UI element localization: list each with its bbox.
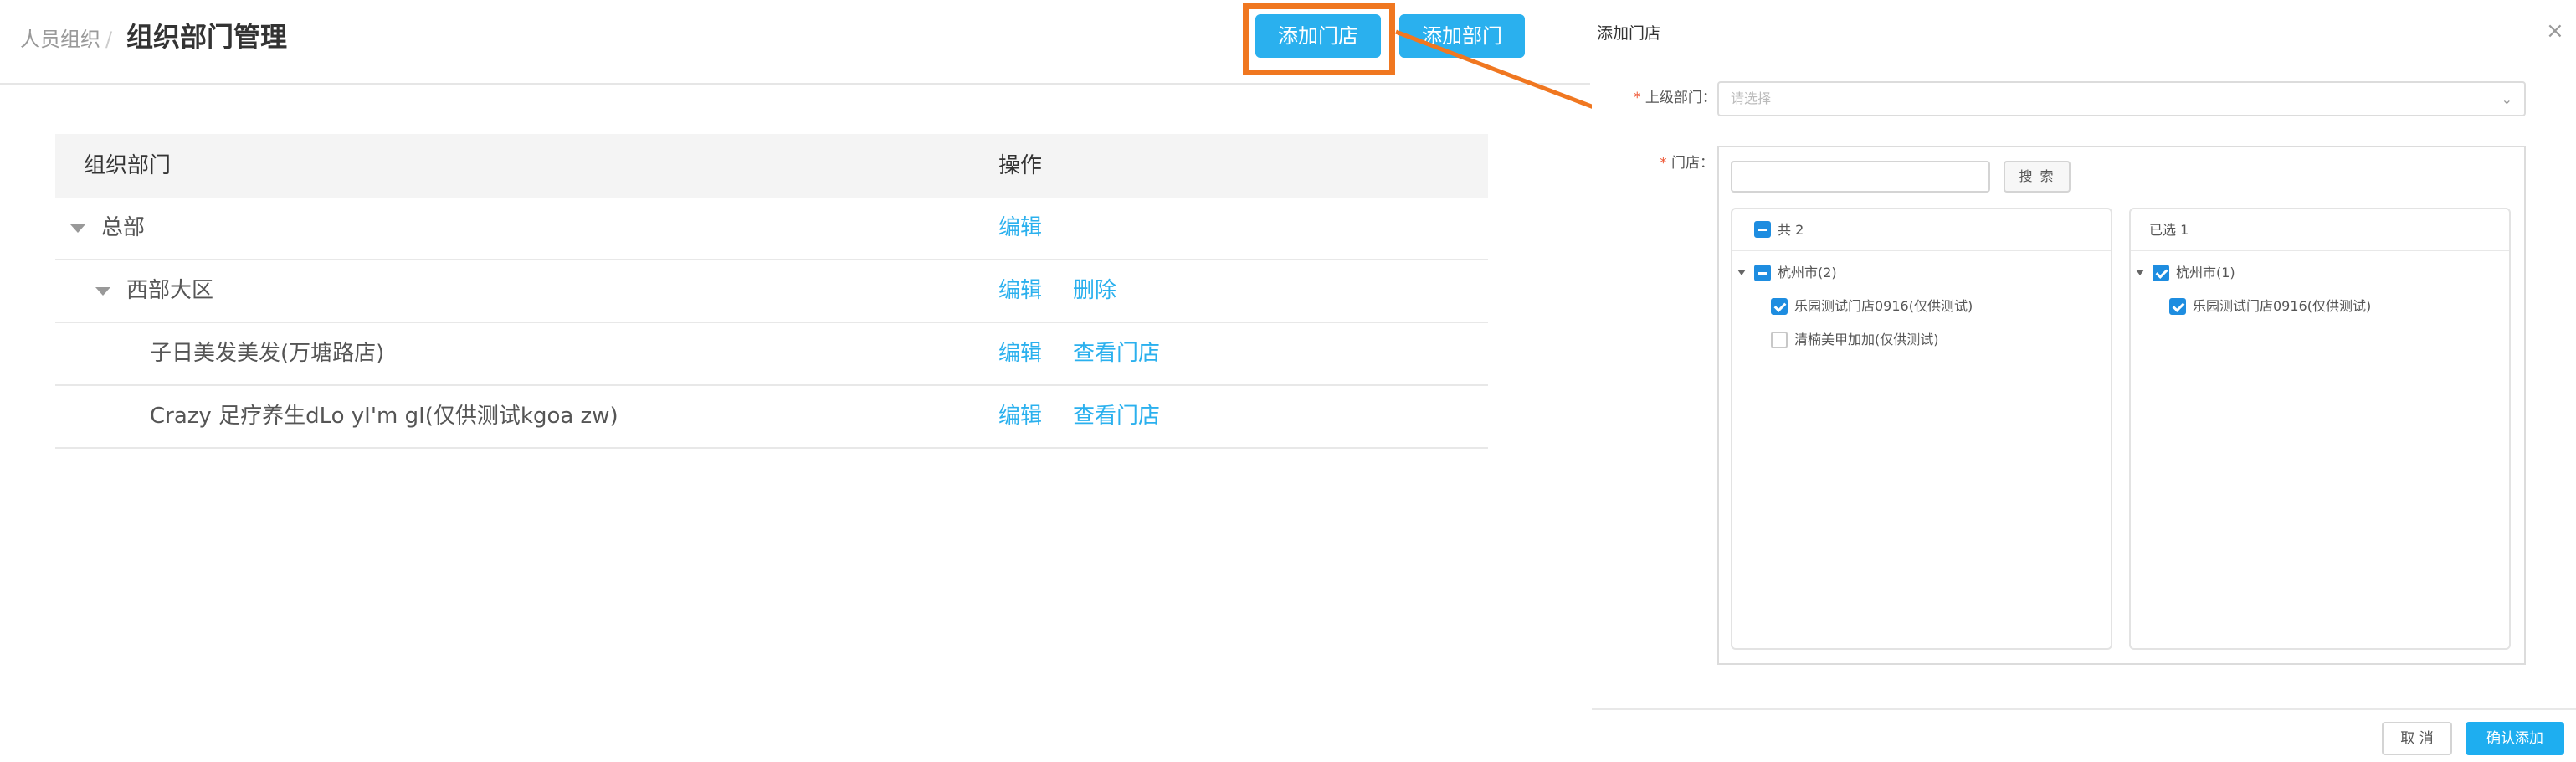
edit-link[interactable]: 编辑: [998, 386, 1042, 447]
required-mark: *: [1660, 155, 1667, 172]
cancel-button[interactable]: 取 消: [2382, 722, 2452, 755]
expand-triangle-icon[interactable]: [70, 224, 85, 233]
expand-triangle-icon[interactable]: [1737, 270, 1746, 275]
edit-link[interactable]: 编辑: [998, 260, 1042, 322]
add-store-dialog: 添加门店 × * 上级部门： 请选择 ⌄ * 门店： 搜 索 共 2 杭州市(2…: [1592, 0, 2576, 762]
store-checkbox[interactable]: [1771, 332, 1788, 348]
parent-dept-label-wrap: * 上级部门：: [1634, 87, 1716, 109]
view-stores-link[interactable]: 查看门店: [1073, 323, 1160, 384]
dept-name: 西部大区: [126, 278, 214, 303]
column-header-actions: 操作: [998, 153, 1043, 178]
chevron-down-icon: ⌄: [2501, 91, 2512, 107]
store-checkbox[interactable]: [1771, 298, 1788, 315]
parent-dept-select[interactable]: 请选择 ⌄: [1717, 81, 2526, 116]
department-table: 组织部门 操作 总部 编辑 西部大区 编辑 删除 子日美发美发(万塘路店) 编辑…: [55, 134, 1488, 449]
store-label-item[interactable]: 清楠美甲加加(仅供测试): [1794, 331, 1939, 349]
store-transfer-panel: 搜 索 共 2 杭州市(2) 乐园测试门店0916(仅供测试) 清楠美甲加加(仅…: [1717, 146, 2526, 665]
add-department-button[interactable]: 添加部门: [1399, 14, 1525, 58]
edit-link[interactable]: 编辑: [998, 323, 1042, 384]
footer-divider: [1592, 708, 2576, 710]
store-label-item[interactable]: 乐园测试门店0916(仅供测试): [2193, 297, 2371, 316]
group-label: 杭州市(2): [1778, 265, 1837, 281]
available-stores-box: 共 2 杭州市(2) 乐园测试门店0916(仅供测试) 清楠美甲加加(仅供测试): [1731, 208, 2112, 650]
dept-name: 总部: [101, 215, 146, 240]
available-stores-header: 共 2: [1732, 209, 2111, 251]
page-title: 组织部门管理: [126, 21, 288, 53]
dept-name: Crazy 足疗养生dLo yI'm gI(仅供测试kgoa zw): [150, 404, 618, 429]
parent-dept-placeholder: 请选择: [1731, 90, 1772, 106]
view-stores-link[interactable]: 查看门店: [1073, 386, 1160, 447]
store-label-wrap: * 门店：: [1634, 152, 1714, 174]
store-search-input[interactable]: [1731, 161, 1990, 193]
available-count: 共 2: [1778, 222, 1804, 238]
required-mark: *: [1634, 90, 1641, 106]
store-label: 门店：: [1671, 155, 1714, 172]
table-header: 组织部门 操作: [55, 134, 1488, 198]
store-checkbox[interactable]: [2169, 298, 2186, 315]
breadcrumb-parent[interactable]: 人员组织: [20, 25, 100, 54]
store-label-item[interactable]: 乐园测试门店0916(仅供测试): [1794, 297, 1973, 316]
group-checkbox[interactable]: [1754, 265, 1771, 281]
table-row: 西部大区 编辑 删除: [55, 260, 1488, 323]
expand-triangle-icon[interactable]: [2136, 270, 2144, 275]
column-header-department: 组织部门: [84, 153, 172, 178]
select-all-checkbox[interactable]: [1754, 221, 1771, 238]
table-row: 总部 编辑: [55, 198, 1488, 260]
table-row: 子日美发美发(万塘路店) 编辑 查看门店: [55, 323, 1488, 386]
group-label: 杭州市(1): [2176, 265, 2235, 281]
selected-stores-box: 已选 1 杭州市(1) 乐园测试门店0916(仅供测试): [2129, 208, 2511, 650]
selected-stores-header: 已选 1: [2131, 209, 2509, 251]
app-root: 人员组织 / 组织部门管理 添加门店 添加部门 组织部门 操作 总部 编辑 西部…: [0, 0, 2576, 762]
edit-link[interactable]: 编辑: [998, 198, 1042, 259]
parent-dept-label: 上级部门：: [1645, 90, 1716, 106]
group-checkbox[interactable]: [2153, 265, 2169, 281]
confirm-add-button[interactable]: 确认添加: [2466, 722, 2564, 755]
dialog-title: 添加门店: [1597, 24, 1661, 43]
dept-name: 子日美发美发(万塘路店): [150, 341, 385, 366]
table-row: Crazy 足疗养生dLo yI'm gI(仅供测试kgoa zw) 编辑 查看…: [55, 386, 1488, 449]
breadcrumb-separator: /: [105, 28, 113, 51]
search-button[interactable]: 搜 索: [2004, 161, 2071, 193]
close-icon[interactable]: ×: [2546, 18, 2564, 44]
delete-link[interactable]: 删除: [1073, 260, 1116, 322]
annotation-highlight-box: [1243, 3, 1395, 75]
expand-triangle-icon[interactable]: [95, 287, 110, 296]
selected-count: 已选 1: [2149, 222, 2189, 238]
